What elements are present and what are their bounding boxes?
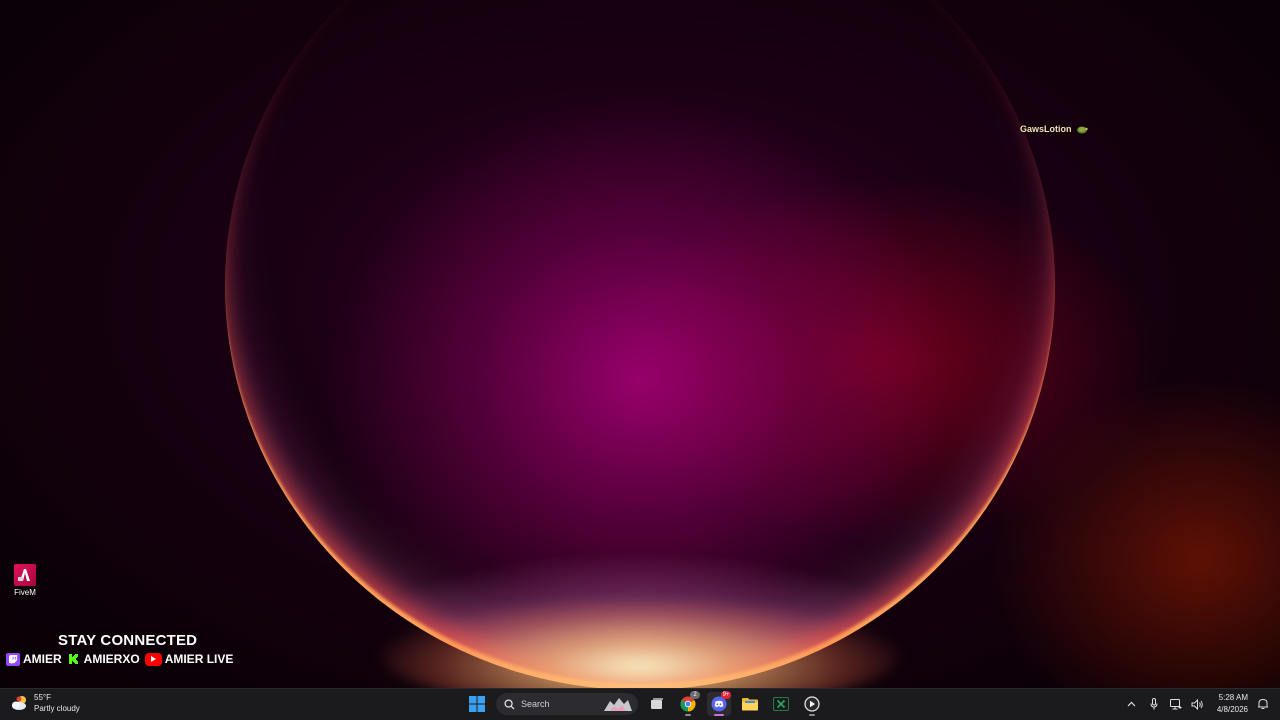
notification-bell-icon xyxy=(1258,698,1268,709)
desktop-wallpaper: GawsLotion FiveM STAY CONNECTED AMIER AM… xyxy=(0,0,1280,688)
desktop-icon-label: FiveM xyxy=(14,588,36,597)
stream-overlay: STAY CONNECTED AMIER AMIERXO AMIER LIVE xyxy=(6,632,266,666)
search-icon xyxy=(504,698,515,710)
weather-widget[interactable]: 55°F Partly cloudy xyxy=(10,692,80,714)
social-links: AMIER AMIERXO AMIER LIVE xyxy=(6,652,266,666)
clock[interactable]: 5:28 AM 4/8/2026 xyxy=(1217,692,1248,716)
wallpaper-orb xyxy=(225,0,1055,688)
social-kick: AMIERXO xyxy=(67,652,140,666)
kick-handle: AMIERXO xyxy=(83,652,140,666)
notifications-button[interactable] xyxy=(1256,697,1270,711)
taskbar-apps: Search 2 9+ xyxy=(465,691,824,716)
fivem-icon xyxy=(14,564,36,586)
social-youtube: AMIER LIVE xyxy=(144,652,234,666)
file-explorer-button[interactable] xyxy=(738,692,762,716)
chrome-button[interactable]: 2 xyxy=(676,691,700,716)
twitch-handle: AMIER xyxy=(23,652,62,666)
weather-text: 55°F Partly cloudy xyxy=(34,692,80,714)
gawslotion-overlay: GawsLotion xyxy=(1020,124,1088,134)
discord-button[interactable]: 9+ xyxy=(707,691,731,716)
search-highlight-icon xyxy=(604,698,632,711)
show-hidden-icons-button[interactable] xyxy=(1125,697,1139,711)
folder-icon xyxy=(742,698,758,711)
desktop-icon-fivem[interactable]: FiveM xyxy=(8,564,42,597)
excel-button[interactable] xyxy=(769,692,793,716)
twitch-icon xyxy=(6,652,20,666)
speaker-icon xyxy=(1191,698,1204,710)
discord-badge: 9+ xyxy=(721,691,731,699)
chevron-up-icon xyxy=(1127,701,1136,707)
media-player-button[interactable] xyxy=(800,692,824,716)
chrome-badge: 2 xyxy=(690,691,700,699)
excel-icon xyxy=(773,697,789,711)
stay-connected-heading: STAY CONNECTED xyxy=(58,632,198,649)
turtle-icon xyxy=(1076,126,1088,134)
youtube-handle: AMIER LIVE xyxy=(164,652,234,666)
system-tray: 5:28 AM 4/8/2026 xyxy=(1125,692,1270,716)
weather-condition: Partly cloudy xyxy=(34,704,80,713)
network-button[interactable] xyxy=(1169,697,1183,711)
taskbar: 55°F Partly cloudy Search 2 9+ 5:28 AM 4… xyxy=(0,688,1280,720)
youtube-icon xyxy=(144,652,162,666)
microphone-button[interactable] xyxy=(1147,697,1161,711)
clock-date: 4/8/2026 xyxy=(1216,705,1248,714)
start-button[interactable] xyxy=(465,692,489,716)
network-icon xyxy=(1169,698,1182,709)
weather-temperature: 55°F xyxy=(34,693,51,702)
clock-time: 5:28 AM xyxy=(1218,693,1248,702)
volume-button[interactable] xyxy=(1191,697,1205,711)
task-view-icon xyxy=(651,698,663,709)
search-box[interactable]: Search xyxy=(496,693,638,715)
gawslotion-label: GawsLotion xyxy=(1020,124,1072,134)
microphone-icon xyxy=(1150,698,1158,710)
windows-icon xyxy=(469,696,485,712)
play-icon xyxy=(804,696,820,712)
task-view-button[interactable] xyxy=(645,692,669,716)
social-twitch: AMIER xyxy=(6,652,62,666)
partly-cloudy-icon xyxy=(12,696,26,710)
kick-icon xyxy=(67,653,81,666)
search-placeholder: Search xyxy=(521,699,550,709)
